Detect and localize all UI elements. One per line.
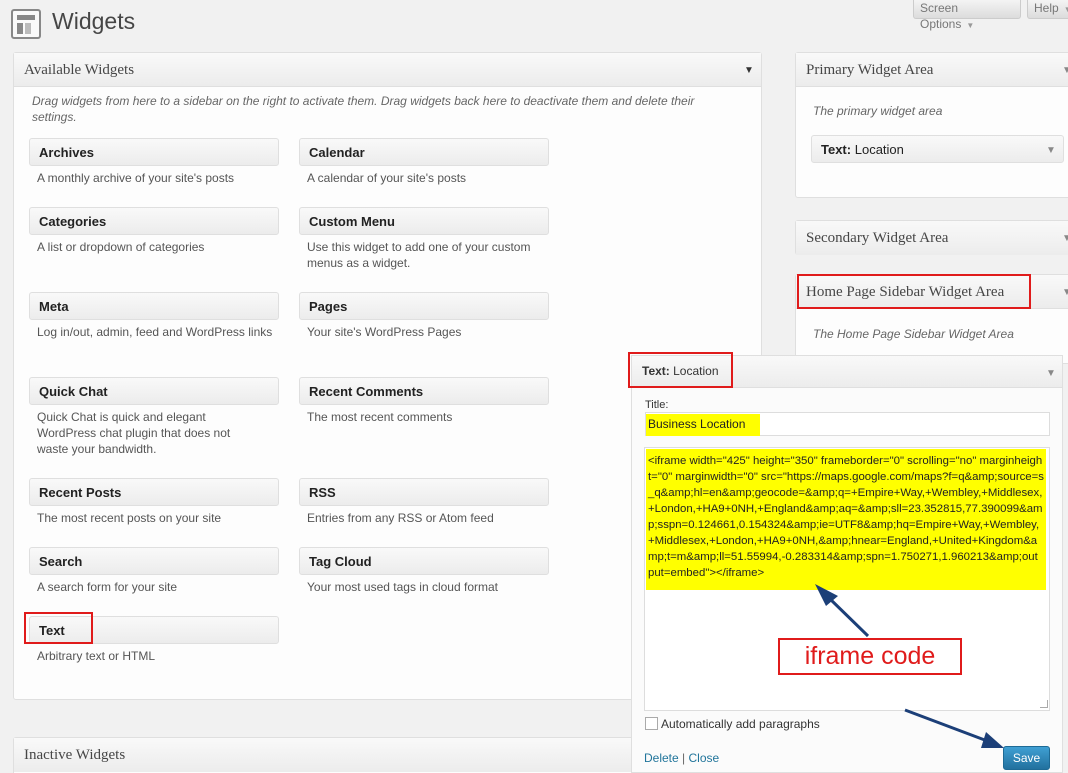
arrow-icon xyxy=(904,708,1004,748)
arrow-icon xyxy=(815,584,870,638)
annotation-arrows xyxy=(815,584,1004,748)
